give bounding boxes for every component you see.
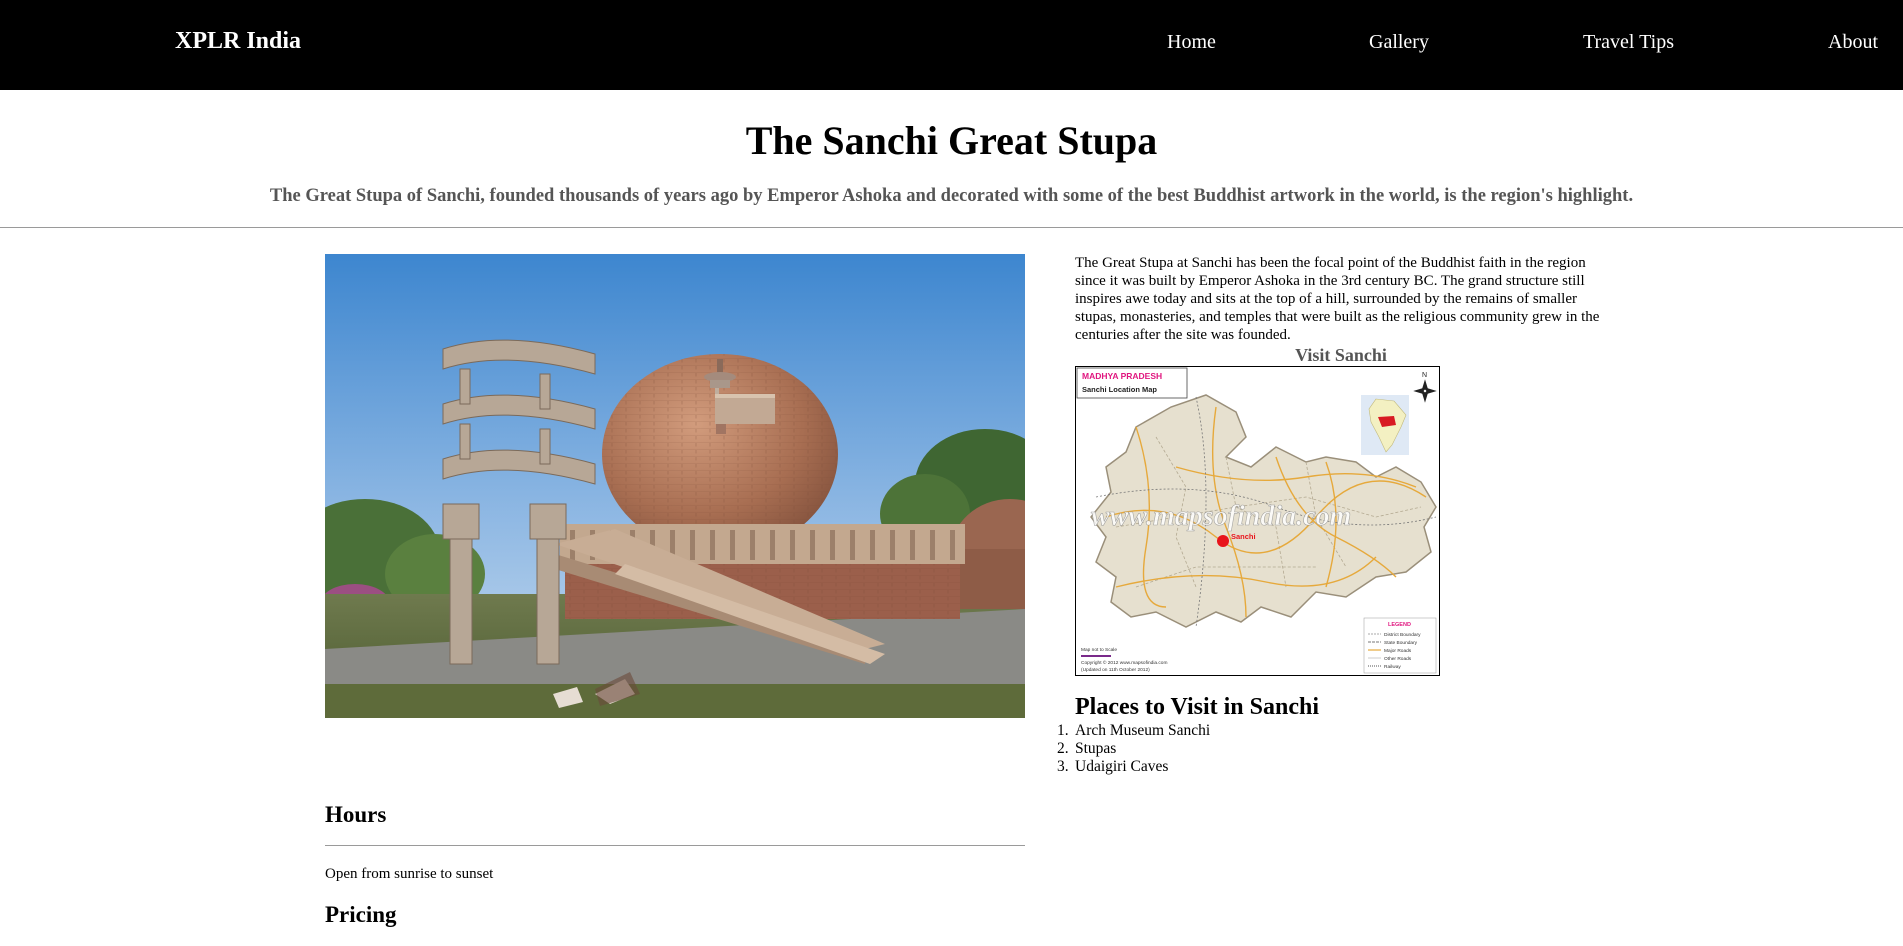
- stupa-hero-image: [325, 254, 1025, 718]
- place-name: Udaigiri Caves: [1075, 758, 1169, 775]
- list-item: 3. Udaigiri Caves: [1057, 758, 1169, 775]
- pricing-heading: Pricing: [325, 902, 397, 927]
- map-legend-item: Major Roads: [1384, 648, 1412, 654]
- map-legend-item: District Boundary: [1384, 632, 1421, 638]
- nav-link-home[interactable]: Home: [1167, 31, 1216, 54]
- places-heading: Places to Visit in Sanchi: [1075, 694, 1320, 720]
- nav-link-gallery[interactable]: Gallery: [1369, 31, 1429, 54]
- map-subheading: Sanchi Location Map: [1082, 385, 1157, 394]
- map-watermark: www.mapsofindia.com: [1091, 501, 1351, 532]
- map-legend-item: Other Roads: [1384, 656, 1412, 662]
- place-name: Stupas: [1075, 740, 1117, 757]
- hours-heading: Hours: [325, 802, 387, 827]
- header-divider: [0, 227, 1903, 228]
- sanchi-location-map: N MADHYA PRADESH Sanchi Location Map www…: [1075, 366, 1440, 676]
- map-city-label: Sanchi: [1231, 532, 1256, 541]
- map-heading: MADHYA PRADESH: [1082, 371, 1162, 381]
- map-caption: Visit Sanchi: [1295, 345, 1387, 365]
- map-updated-note: (Updated on 11th October 2012): [1081, 667, 1150, 673]
- hours-divider: [325, 845, 1025, 846]
- map-copyright: Copyright © 2012 www.mapsofindia.com: [1081, 659, 1167, 666]
- list-item: 1. Arch Museum Sanchi: [1057, 722, 1211, 739]
- page-subtitle: The Great Stupa of Sanchi, founded thous…: [269, 186, 1634, 206]
- list-item: 2. Stupas: [1057, 740, 1117, 757]
- intro-paragraph: The Great Stupa at Sanchi has been the f…: [1075, 255, 1600, 343]
- map-legend-item: State Boundary: [1384, 640, 1418, 646]
- sanchi-marker-icon: [1217, 535, 1229, 547]
- hours-text: Open from sunrise to sunset: [325, 866, 494, 882]
- map-legend-item: Railway: [1384, 664, 1401, 670]
- map-legend-title: LEGEND: [1388, 622, 1411, 628]
- brand-logo-link[interactable]: XPLR India: [175, 28, 301, 55]
- map-scale-note: Map not to Scale: [1081, 647, 1117, 653]
- nav-link-about[interactable]: About: [1828, 31, 1878, 54]
- page-title: The Sanchi Great Stupa: [745, 118, 1158, 163]
- map-north-label: N: [1422, 372, 1427, 379]
- places-list: 1. Arch Museum Sanchi 2. Stupas 3. Udaigiri…: [1057, 722, 1211, 776]
- top-navbar: XPLR India Home Gallery Travel Tips Abou…: [0, 0, 1903, 90]
- place-name: Arch Museum Sanchi: [1075, 722, 1211, 739]
- nav-link-travel-tips[interactable]: Travel Tips: [1583, 31, 1674, 54]
